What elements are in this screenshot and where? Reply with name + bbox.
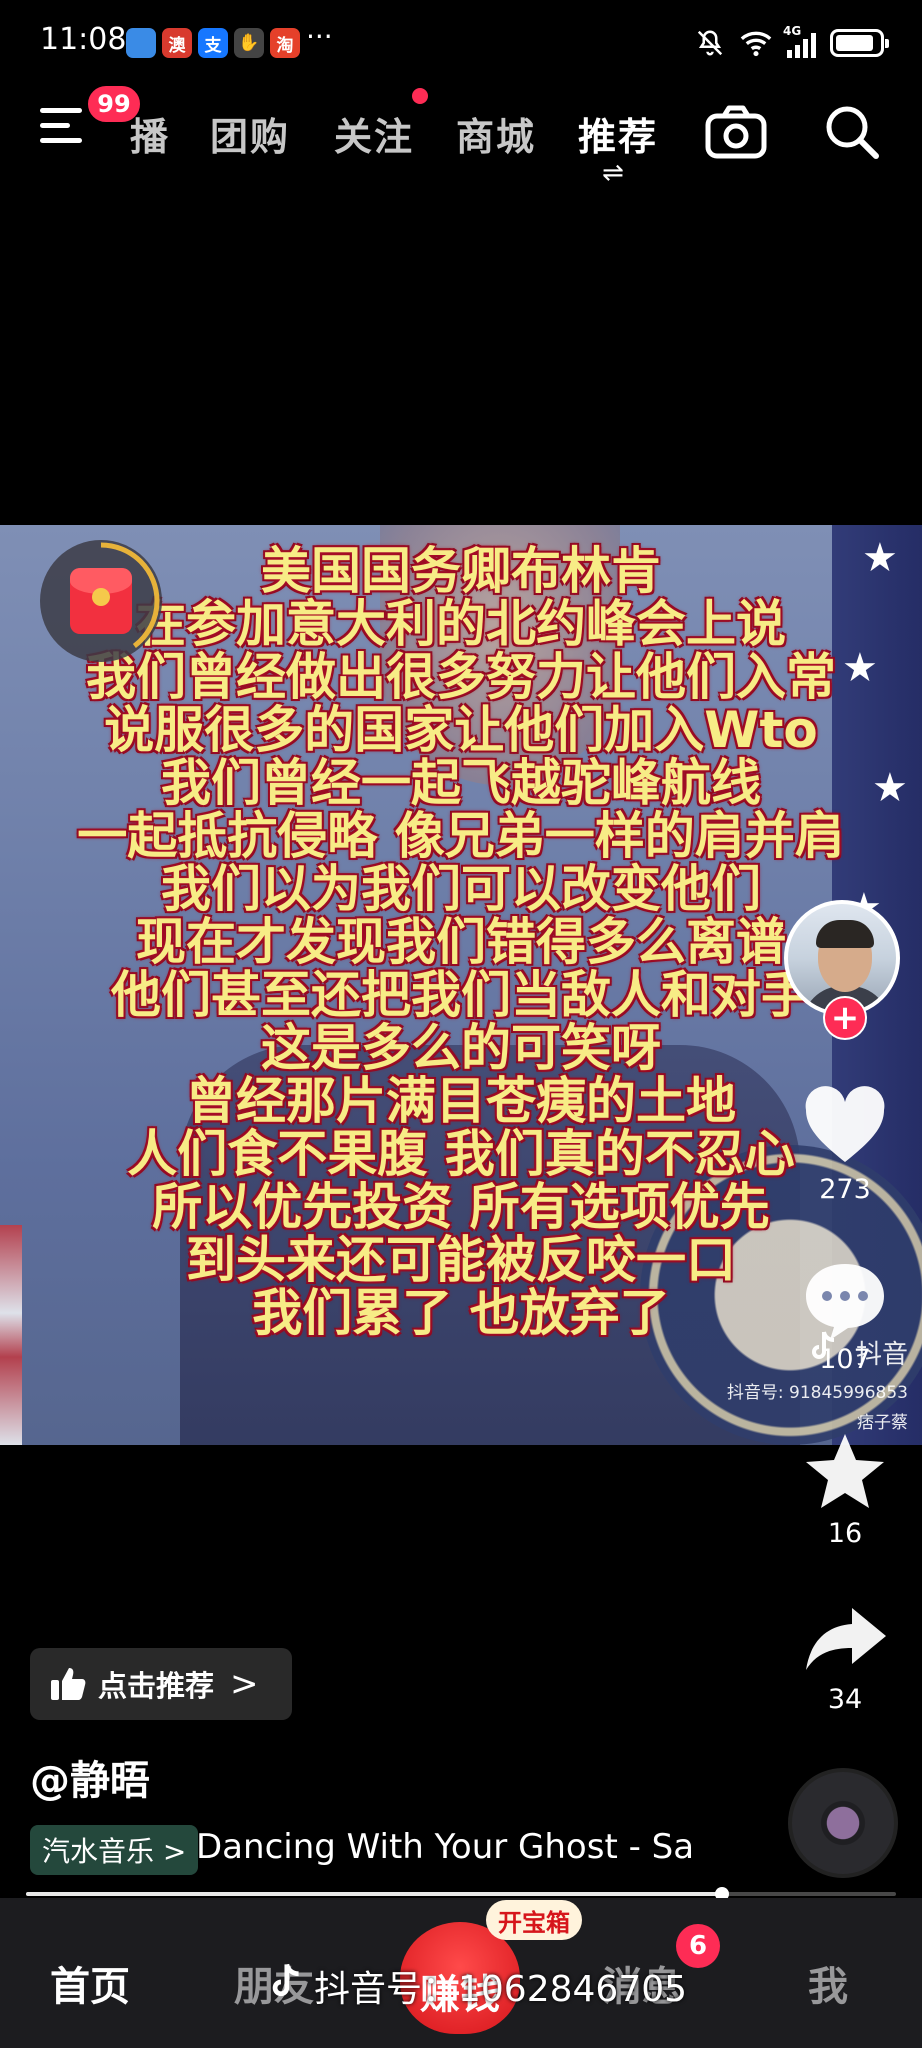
tab-me[interactable]: 我 bbox=[808, 1954, 848, 2012]
browser-app-icon bbox=[126, 28, 156, 58]
status-bar: 11:08 澳支 ✋ 淘 ··· 4G bbox=[0, 0, 922, 70]
follow-button[interactable]: + bbox=[823, 996, 867, 1040]
video-player[interactable]: ★ ★ ★ ★ 美国国务卿布林肯在参加意大利的北约峰会上说我们曾经做出很多努力让… bbox=[0, 525, 922, 1445]
status-app-icons: 澳支 ✋ 淘 bbox=[126, 28, 300, 58]
comment-count: 107 bbox=[819, 1344, 871, 1375]
chevron-right-icon: > bbox=[230, 1664, 259, 1704]
recommend-label: 点击推荐 bbox=[98, 1669, 215, 1703]
menu-button[interactable] bbox=[40, 108, 88, 152]
music-title[interactable]: Dancing With Your Ghost - Sa bbox=[196, 1827, 716, 1867]
taobao-app-icon: 淘 bbox=[270, 28, 300, 58]
favorite-icon[interactable] bbox=[800, 1428, 890, 1518]
status-more-icon: ··· bbox=[306, 20, 333, 53]
status-time: 11:08 bbox=[40, 22, 127, 57]
cellular-signal-icon: 4G bbox=[783, 24, 816, 58]
lyrics-overlay: 美国国务卿布林肯 在参加意大利的北约峰会上说 我们曾经做出很多努力让他们入常 说服很多… bbox=[0, 545, 922, 1340]
red-envelope-icon bbox=[70, 568, 132, 634]
network-type-label: 4G bbox=[783, 24, 802, 38]
tab-mall[interactable]: 商城 bbox=[456, 106, 536, 161]
like-count: 273 bbox=[819, 1174, 871, 1205]
top-nav: 99 播 团购 关注 商城 推荐 ⇌ bbox=[0, 70, 922, 190]
alipay-app-icon: 支 bbox=[198, 28, 228, 58]
status-indicators: 4G bbox=[695, 24, 889, 58]
treasure-chest-badge[interactable]: 开宝箱 bbox=[486, 1900, 582, 1940]
aomen-app-icon: 澳 bbox=[162, 28, 192, 58]
switch-icon[interactable]: ⇌ bbox=[602, 158, 624, 188]
tab-recommend[interactable]: 推荐 bbox=[578, 106, 658, 161]
battery-icon bbox=[830, 29, 889, 57]
tab-home[interactable]: 首页 bbox=[50, 1954, 130, 2012]
lyric-line: 这是多么的可笑呀 bbox=[261, 1019, 661, 1077]
hand-app-icon: ✋ bbox=[234, 28, 264, 58]
lyric-line: 一起抵抗侵略 像兄弟一样的肩并肩 bbox=[77, 807, 845, 865]
author-name[interactable]: @静晤 bbox=[30, 1748, 150, 1806]
lyric-line: 曾经那片满目苍痍的土地 bbox=[186, 1072, 736, 1130]
like-icon[interactable] bbox=[800, 1082, 890, 1172]
tab-group-buy[interactable]: 团购 bbox=[210, 106, 290, 161]
following-notification-dot bbox=[412, 88, 428, 104]
lyric-line: 我们曾经一起飞越驼峰航线 bbox=[161, 754, 761, 812]
share-count: 34 bbox=[827, 1684, 863, 1715]
lyric-line: 他们甚至还把我们当敌人和对手 bbox=[111, 966, 811, 1024]
tab-live[interactable]: 播 bbox=[130, 106, 170, 161]
music-disc-icon[interactable] bbox=[788, 1768, 898, 1878]
recommend-button[interactable]: 点击推荐 > bbox=[30, 1648, 292, 1720]
thumbs-up-icon bbox=[51, 1668, 86, 1700]
lyric-line: 我们以为我们可以改变他们 bbox=[161, 860, 761, 918]
video-progress-bar[interactable] bbox=[26, 1887, 896, 1901]
share-icon[interactable] bbox=[800, 1594, 890, 1684]
camera-icon[interactable] bbox=[704, 102, 768, 162]
lyric-line: 我们累了 也放弃了 bbox=[252, 1284, 670, 1342]
search-icon[interactable] bbox=[822, 102, 882, 162]
douyin-watermark-icon bbox=[272, 1963, 299, 1997]
wifi-icon bbox=[740, 31, 772, 57]
video-watermark-id: 抖音号: 91845996853 bbox=[726, 1383, 908, 1403]
tab-following[interactable]: 关注 bbox=[334, 106, 414, 161]
lyric-line: 说服很多的国家让他们加入Wto bbox=[104, 701, 818, 759]
favorite-count: 16 bbox=[827, 1518, 863, 1549]
bottom-watermark: 抖音号：1062846705 bbox=[314, 1969, 688, 2010]
mute-icon bbox=[697, 30, 723, 56]
qishui-music-tag[interactable]: 汽水音乐 > bbox=[30, 1825, 199, 1875]
red-packet-button[interactable] bbox=[40, 540, 162, 662]
lyric-line: 到头来还可能被反咬一口 bbox=[186, 1231, 736, 1289]
progress-fill bbox=[26, 1892, 722, 1896]
comment-icon[interactable] bbox=[800, 1256, 890, 1346]
